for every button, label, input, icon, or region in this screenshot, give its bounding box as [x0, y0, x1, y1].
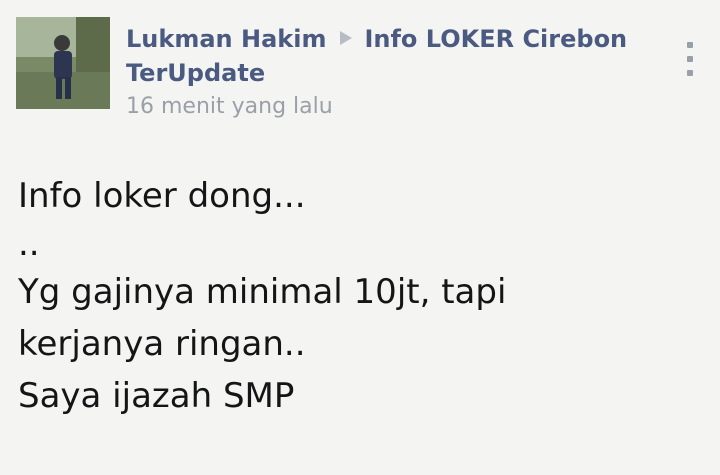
post-line: Yg gajinya minimal 10jt, tapi: [18, 272, 507, 312]
author-name[interactable]: Lukman Hakim: [126, 25, 326, 53]
post-header: Lukman Hakim Info LOKER Cirebon TerUpdate…: [126, 22, 646, 122]
post-line: kerjanya ringan..: [18, 324, 306, 364]
post-line: Info loker dong...: [18, 176, 306, 216]
avatar[interactable]: [16, 17, 110, 109]
author-line: Lukman Hakim Info LOKER Cirebon TerUpdate: [126, 22, 646, 90]
post-line: Saya ijazah SMP: [18, 376, 295, 416]
triangle-right-icon: [340, 31, 353, 45]
post-timestamp[interactable]: 16 menit yang lalu: [126, 92, 646, 122]
more-vertical-icon: [687, 42, 693, 48]
post-card: Lukman Hakim Info LOKER Cirebon TerUpdate…: [0, 0, 720, 475]
post-menu-button[interactable]: [680, 42, 700, 76]
post-body: Info loker dong... .. Yg gajinya minimal…: [18, 170, 698, 422]
post-line: ..: [18, 224, 40, 264]
